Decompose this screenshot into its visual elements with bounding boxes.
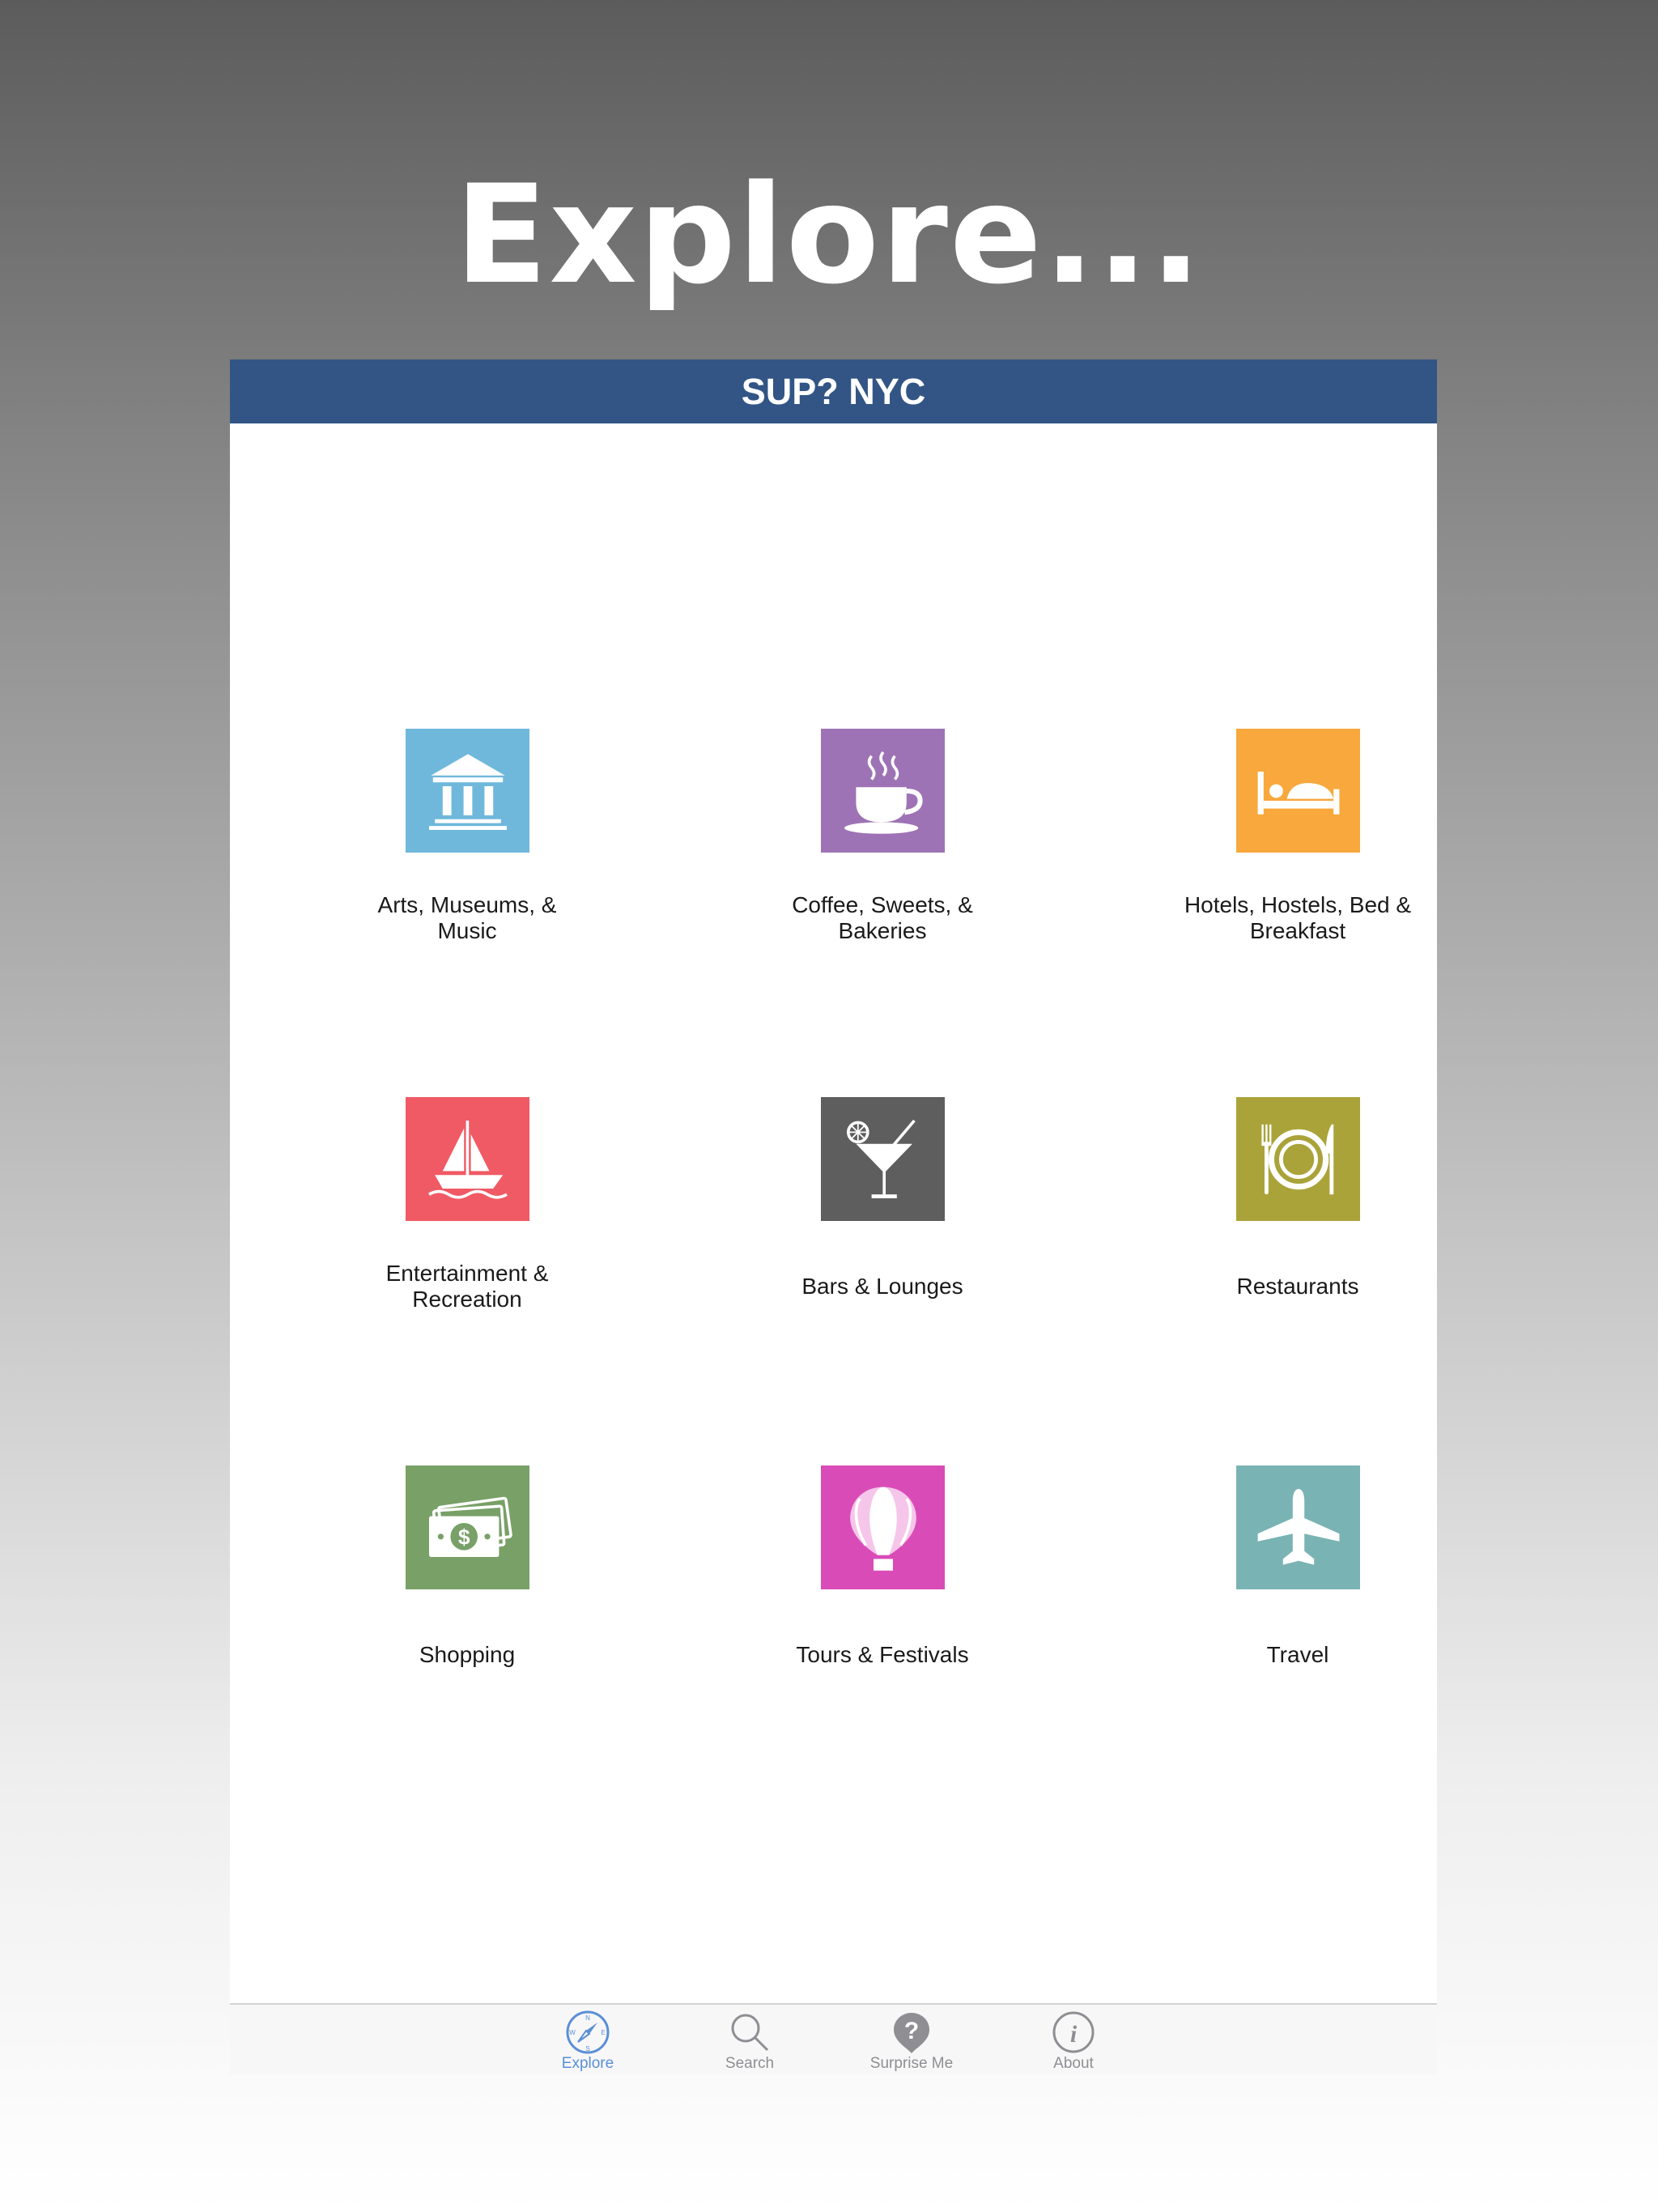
category-bars[interactable]: Bars & Lounges bbox=[704, 1097, 1061, 1340]
category-tours[interactable]: Tours & Festivals bbox=[704, 1465, 1061, 1708]
category-label: Arts, Museums, & Music bbox=[377, 892, 557, 943]
svg-text:i: i bbox=[1070, 2021, 1078, 2048]
category-hotels[interactable]: Hotels, Hostels, Bed & Breakfast bbox=[1120, 729, 1437, 972]
coffee-cup-icon bbox=[821, 729, 945, 853]
category-label: Tours & Festivals bbox=[796, 1642, 969, 1667]
app-screen: SUP? NYC Arts, Museums, & Music Coffee, … bbox=[230, 359, 1437, 2074]
category-label: Coffee, Sweets, & Bakeries bbox=[792, 892, 973, 943]
question-pin-icon: ? bbox=[894, 2013, 929, 2053]
hot-air-balloon-icon bbox=[821, 1465, 945, 1589]
category-coffee[interactable]: Coffee, Sweets, & Bakeries bbox=[704, 729, 1061, 972]
compass-icon: N S W E bbox=[566, 2010, 610, 2054]
category-label: Hotels, Hostels, Bed & Breakfast bbox=[1184, 892, 1412, 943]
tab-label: About bbox=[1053, 2055, 1094, 2072]
museum-icon bbox=[406, 729, 529, 853]
svg-text:$: $ bbox=[457, 1525, 470, 1549]
category-entertainment[interactable]: Entertainment & Recreation bbox=[289, 1097, 645, 1340]
cocktail-icon bbox=[821, 1097, 945, 1221]
category-arts[interactable]: Arts, Museums, & Music bbox=[289, 729, 645, 972]
navigation-bar: SUP? NYC bbox=[230, 359, 1437, 423]
tab-explore[interactable]: N S W E Explore bbox=[523, 2005, 653, 2074]
category-shopping[interactable]: $ Shopping bbox=[289, 1465, 645, 1708]
headline: Explore... bbox=[454, 155, 1204, 314]
svg-text:E: E bbox=[601, 2029, 605, 2036]
tab-about[interactable]: i About bbox=[1009, 2005, 1138, 2074]
magnifier-icon bbox=[731, 2014, 769, 2052]
category-label: Shopping bbox=[419, 1642, 516, 1667]
money-icon: $ bbox=[406, 1465, 529, 1589]
category-restaurants[interactable]: Restaurants bbox=[1120, 1097, 1437, 1340]
category-label: Travel bbox=[1266, 1642, 1329, 1667]
bed-icon bbox=[1236, 729, 1360, 853]
sailboat-icon bbox=[406, 1097, 529, 1221]
category-label: Restaurants bbox=[1236, 1274, 1359, 1299]
tab-label: Surprise Me bbox=[869, 2055, 954, 2072]
svg-text:S: S bbox=[585, 2045, 589, 2052]
svg-text:W: W bbox=[569, 2029, 576, 2036]
category-label: Bars & Lounges bbox=[801, 1274, 963, 1299]
plate-cutlery-icon bbox=[1236, 1097, 1360, 1221]
tab-label: Search bbox=[725, 2055, 775, 2072]
category-label: Entertainment & Recreation bbox=[385, 1261, 549, 1312]
tab-label: Explore bbox=[561, 2055, 614, 2072]
airplane-icon bbox=[1236, 1465, 1360, 1589]
svg-text:?: ? bbox=[904, 2018, 919, 2044]
category-grid: Arts, Museums, & Music Coffee, Sweets, &… bbox=[230, 423, 1437, 2043]
info-icon: i bbox=[1052, 2011, 1095, 2053]
tab-bar: N S W E Explore Search ? Surprise Me i A… bbox=[230, 2003, 1437, 2074]
svg-text:N: N bbox=[585, 2014, 590, 2022]
category-travel[interactable]: Travel bbox=[1120, 1465, 1437, 1708]
tab-search[interactable]: Search bbox=[685, 2005, 814, 2074]
tab-surprise-me[interactable]: ? Surprise Me bbox=[847, 2005, 976, 2074]
app-title: SUP? NYC bbox=[741, 371, 926, 412]
